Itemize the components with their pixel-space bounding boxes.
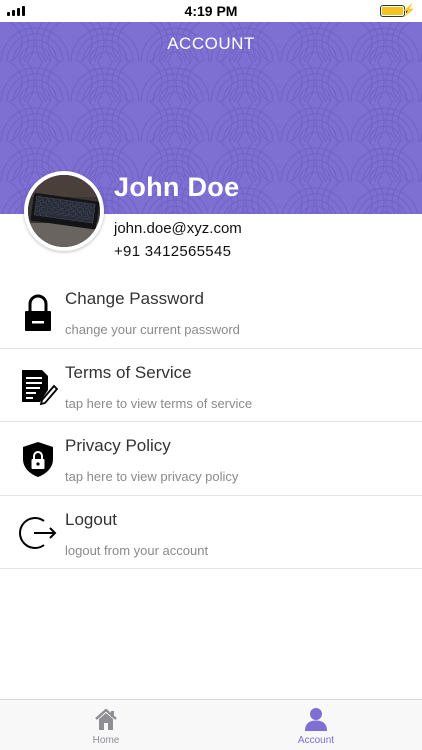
charging-icon: ⚡ bbox=[401, 3, 416, 17]
menu-item-subtitle: tap here to view terms of service bbox=[65, 395, 253, 411]
tab-bar: Home Account bbox=[0, 699, 422, 750]
logout-icon bbox=[19, 516, 57, 549]
menu-item-title: Terms of Service bbox=[65, 362, 192, 382]
padlock-icon bbox=[25, 294, 51, 331]
menu-item-privacy-policy[interactable]: Privacy Policy tap here to view privacy … bbox=[0, 422, 422, 496]
page-title: ACCOUNT bbox=[167, 34, 255, 53]
status-time: 4:19 PM bbox=[184, 3, 238, 19]
menu-item-subtitle: tap here to view privacy policy bbox=[65, 469, 239, 484]
menu-item-title: Logout bbox=[65, 509, 117, 529]
menu-item-subtitle: logout from your account bbox=[65, 542, 209, 558]
document-edit-icon bbox=[22, 369, 58, 405]
user-email: john.doe@xyz.com bbox=[114, 220, 242, 237]
avatar-photo bbox=[28, 175, 100, 247]
tab-home[interactable]: Home bbox=[66, 706, 146, 746]
menu-item-title: Privacy Policy bbox=[65, 436, 171, 455]
menu-item-subtitle: change your current password bbox=[65, 322, 240, 337]
menu-item-logout[interactable]: Logout logout from your account bbox=[0, 496, 422, 569]
shield-lock-icon bbox=[23, 442, 53, 477]
menu-item-title: Change Password bbox=[65, 289, 204, 308]
user-icon bbox=[305, 708, 327, 731]
tab-home-label: Home bbox=[92, 735, 120, 746]
user-phone: +91 3412565545 bbox=[114, 243, 232, 260]
account-menu: Change Password change your current pass… bbox=[0, 275, 422, 569]
tab-account-label: Account bbox=[297, 735, 335, 746]
home-icon bbox=[95, 708, 117, 730]
menu-item-terms-of-service[interactable]: Terms of Service tap here to view terms … bbox=[0, 349, 422, 422]
user-name: John Doe bbox=[114, 172, 240, 202]
avatar[interactable] bbox=[24, 171, 104, 251]
menu-item-change-password[interactable]: Change Password change your current pass… bbox=[0, 275, 422, 349]
tab-account[interactable]: Account bbox=[276, 706, 356, 746]
status-bar: 4:19 PM ⚡ bbox=[0, 0, 422, 22]
